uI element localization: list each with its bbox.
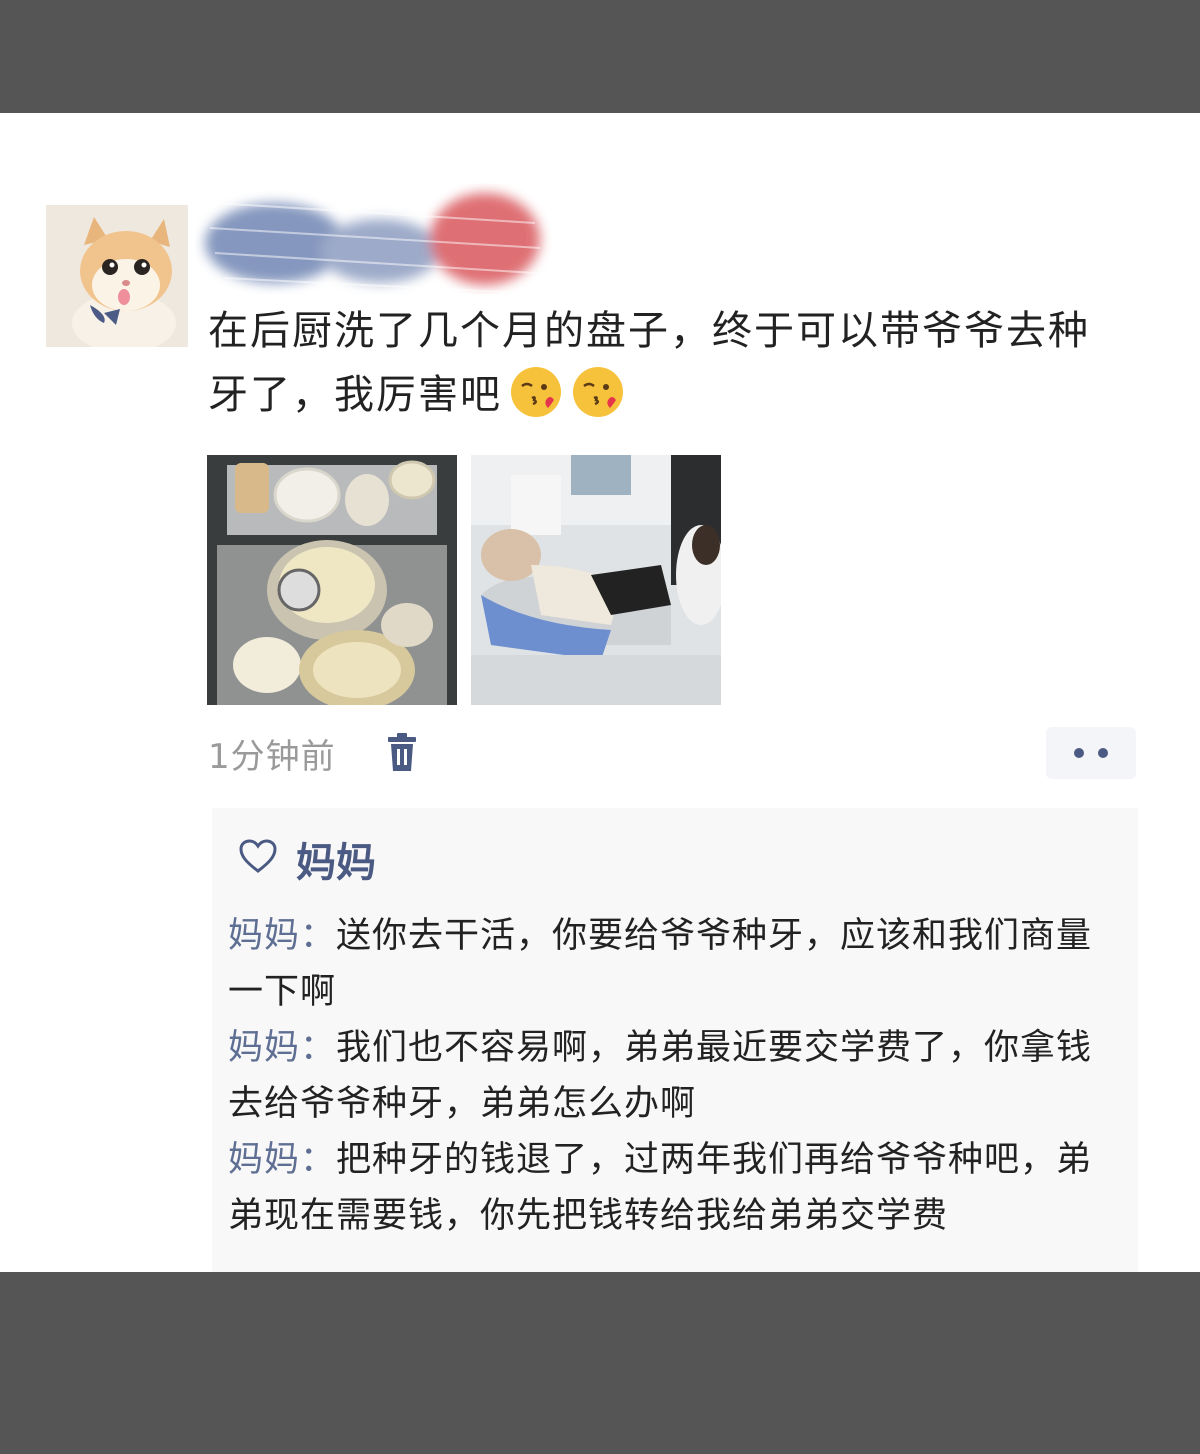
- bottom-letterbox-band: [0, 1272, 1200, 1454]
- kissing-heart-emoji-icon: [570, 364, 626, 420]
- comment-author[interactable]: 妈妈: [228, 1028, 300, 1068]
- comment-author[interactable]: 妈妈: [228, 1140, 300, 1180]
- comment-text: 送你去干活，你要给爷爷种牙，应该和我们商量一下啊: [228, 916, 1093, 1012]
- moments-post: 在后厨洗了几个月的盘子，终于可以带爷爷去种牙了，我厉害吧 1分钟前 妈妈 妈妈：…: [0, 113, 1200, 1272]
- more-dots-icon: [1074, 748, 1084, 758]
- liker-name[interactable]: 妈妈: [296, 830, 376, 888]
- comment-separator: ：: [300, 1028, 337, 1068]
- heart-outline-icon: [238, 838, 278, 874]
- dish-sink-photo[interactable]: [207, 455, 457, 705]
- trash-icon[interactable]: [386, 733, 418, 773]
- user-avatar[interactable]: [46, 205, 188, 347]
- comment-separator: ：: [300, 916, 337, 956]
- redacted-username-scribble: [205, 193, 541, 294]
- post-body: 在后厨洗了几个月的盘子，终于可以带爷爷去种牙了，我厉害吧: [208, 299, 1128, 427]
- cat-avatar-image: [46, 205, 188, 347]
- comment-separator: ：: [300, 1140, 337, 1180]
- more-dots-icon: [1098, 748, 1108, 758]
- post-text: 在后厨洗了几个月的盘子，终于可以带爷爷去种牙了，我厉害吧: [208, 308, 1090, 418]
- comment-item[interactable]: 妈妈：送你去干活，你要给爷爷种牙，应该和我们商量一下啊: [228, 908, 1118, 1020]
- comment-item[interactable]: 妈妈：把种牙的钱退了，过两年我们再给爷爷种吧，弟弟现在需要钱，你先把钱转给我给弟…: [228, 1132, 1118, 1244]
- kissing-heart-emoji-icon: [508, 364, 564, 420]
- likes-and-comments-panel: 妈妈 妈妈：送你去干活，你要给爷爷种牙，应该和我们商量一下啊 妈妈：我们也不容易…: [212, 808, 1138, 1272]
- post-timestamp: 1分钟前: [208, 737, 336, 777]
- more-options-button[interactable]: [1046, 727, 1136, 779]
- comment-text: 我们也不容易啊，弟弟最近要交学费了，你拿钱去给爷爷种牙，弟弟怎么办啊: [228, 1028, 1093, 1124]
- top-letterbox-band: [0, 0, 1200, 113]
- comment-item[interactable]: 妈妈：我们也不容易啊，弟弟最近要交学费了，你拿钱去给爷爷种牙，弟弟怎么办啊: [228, 1020, 1118, 1132]
- comment-text: 把种牙的钱退了，过两年我们再给爷爷种吧，弟弟现在需要钱，你先把钱转给我给弟弟交学…: [228, 1140, 1093, 1236]
- comment-author[interactable]: 妈妈: [228, 916, 300, 956]
- comment-list: 妈妈：送你去干活，你要给爷爷种牙，应该和我们商量一下啊 妈妈：我们也不容易啊，弟…: [228, 908, 1118, 1244]
- dental-chair-photo[interactable]: [471, 455, 721, 705]
